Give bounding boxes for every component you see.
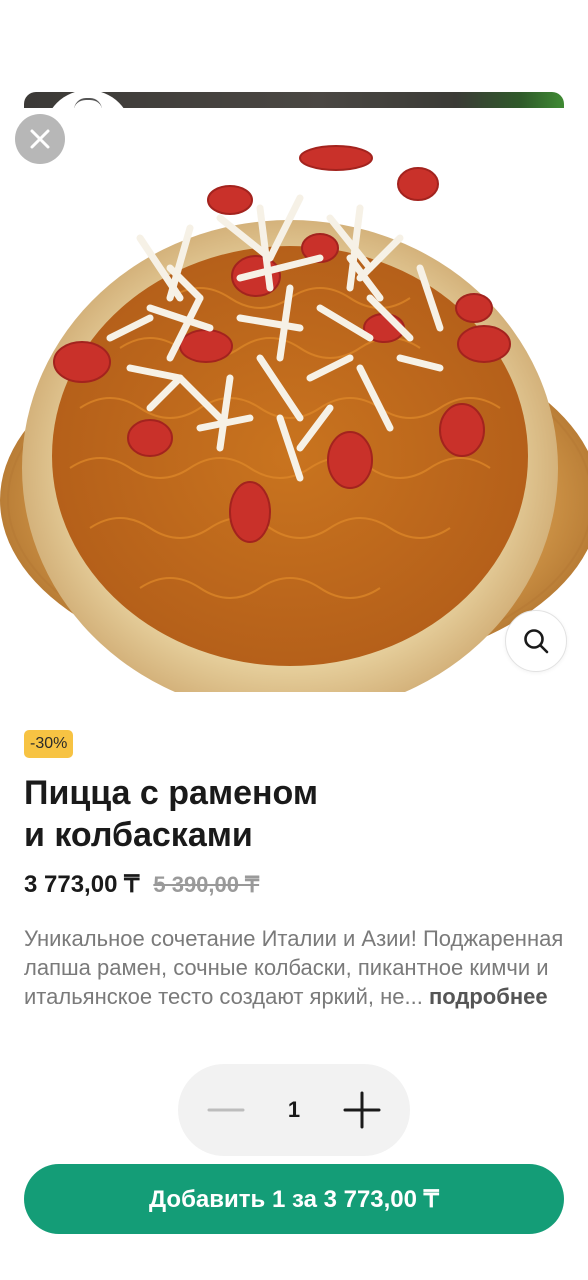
increase-button[interactable] — [338, 1086, 386, 1134]
product-title: Пицца с раменом и колбасками — [24, 772, 544, 856]
more-link[interactable]: подробнее — [429, 984, 548, 1009]
product-title-line2: и колбасками — [24, 816, 253, 854]
zoom-button[interactable] — [505, 610, 567, 672]
price-old: 5 390,00 ₸ — [153, 872, 260, 897]
minus-icon — [207, 1108, 245, 1112]
discount-badge: -30% — [24, 730, 74, 758]
close-icon — [30, 129, 50, 149]
add-to-cart-button[interactable]: Добавить 1 за 3 773,00 ₸ — [24, 1164, 564, 1234]
price-current: 3 773,00 ₸ — [24, 871, 140, 898]
zoom-icon — [524, 629, 549, 654]
product-title-line1: Пицца с раменом — [24, 774, 319, 812]
decrease-button[interactable] — [202, 1086, 250, 1134]
product-description: Уникальное сочетание Италии и Азии! Подж… — [24, 924, 564, 1011]
product-modal: -30% Пицца с раменом и колбасками 3 773,… — [0, 108, 588, 1280]
price-row: 3 773,00 ₸ 5 390,00 ₸ — [24, 870, 259, 899]
quantity-stepper: 1 — [178, 1064, 410, 1156]
plus-icon — [343, 1091, 381, 1129]
quantity-value: 1 — [287, 1097, 301, 1122]
close-button[interactable] — [15, 114, 65, 164]
product-image — [0, 108, 588, 692]
